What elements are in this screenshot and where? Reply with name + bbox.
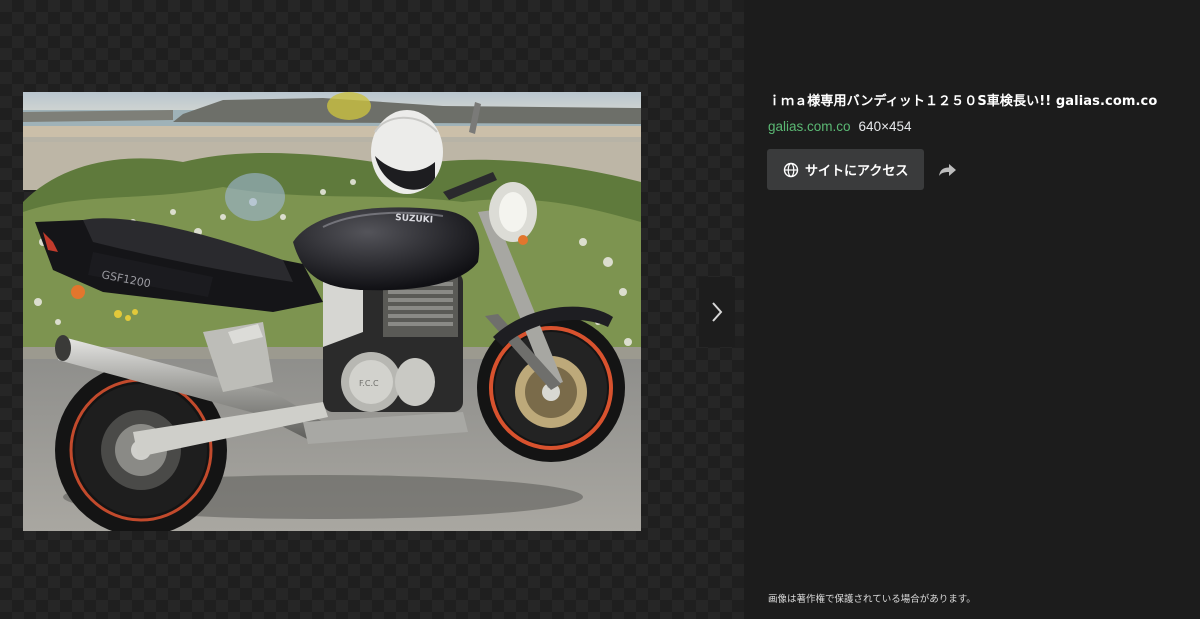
copyright-notice: 画像は著作権で保護されている場合があります。	[768, 594, 976, 605]
visit-site-label: サイトにアクセス	[805, 164, 909, 179]
globe-icon	[783, 162, 799, 177]
next-image-button[interactable]	[699, 277, 735, 347]
image-viewer: GSF1200 SUZUKI F.C.C ｉｍａ様専用バンディット１２５０S車検…	[0, 0, 1200, 619]
helmet	[371, 110, 443, 194]
share-button[interactable]	[936, 159, 960, 181]
info-panel: ｉｍａ様専用バンディット１２５０S車検長い!! galias.com.co ga…	[744, 0, 1200, 619]
preview-pane: GSF1200 SUZUKI F.C.C	[0, 0, 744, 619]
chevron-right-icon	[712, 302, 723, 322]
image-title[interactable]: ｉｍａ様専用バンディット１２５０S車検長い!! galias.com.co	[768, 90, 1188, 109]
visit-site-button[interactable]: サイトにアクセス	[767, 149, 925, 190]
image-dimensions: 640×454	[858, 119, 912, 134]
motorcycle-photo[interactable]: GSF1200 SUZUKI F.C.C	[23, 92, 641, 531]
source-link[interactable]: galias.com.co	[768, 119, 851, 134]
meta-row: galias.com.co 640×454	[768, 119, 911, 134]
share-arrow-icon	[939, 164, 956, 176]
engine-cover-label: F.C.C	[359, 379, 379, 388]
